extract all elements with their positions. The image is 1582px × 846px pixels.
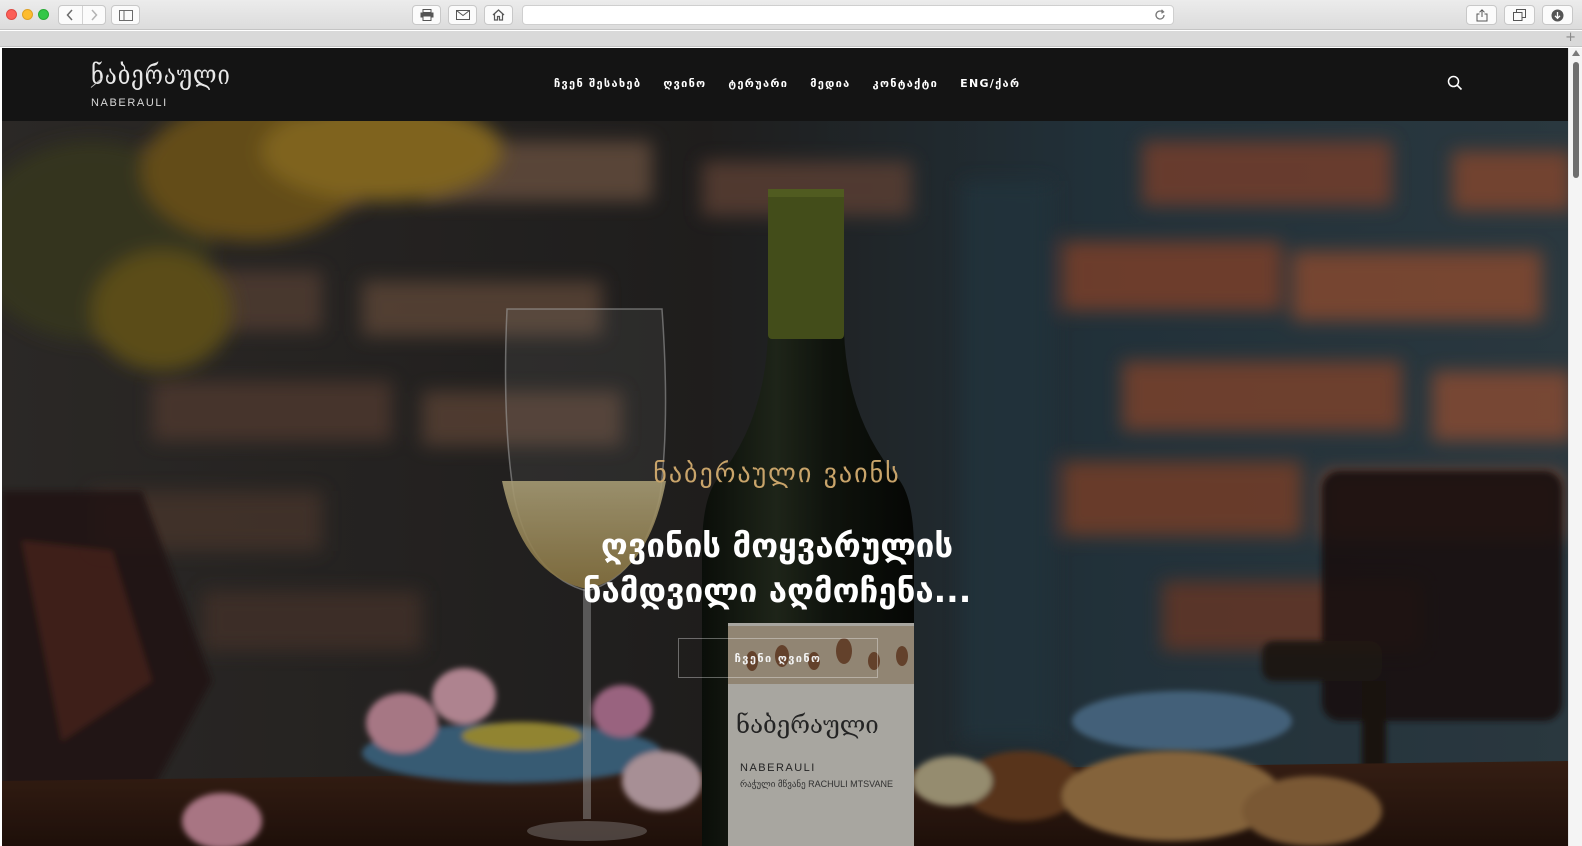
page-viewport: ნაბერაული NABERAULI ჩვენ შესახებ ღვინო ტ… bbox=[2, 48, 1568, 846]
nav-wine[interactable]: ღვინო bbox=[663, 77, 706, 90]
nav-media[interactable]: მედია bbox=[810, 77, 850, 90]
hero-title: ღვინის მოყვარულის ნამდვილი აღმოჩენა... bbox=[2, 523, 1552, 613]
print-button[interactable] bbox=[412, 5, 441, 25]
share-icon bbox=[1476, 8, 1487, 21]
site-header: ნაბერაული NABERAULI ჩვენ შესახებ ღვინო ტ… bbox=[2, 48, 1568, 121]
nav-language[interactable]: ENG/ქარ bbox=[960, 77, 1020, 90]
print-icon bbox=[420, 9, 433, 21]
logo-latin-text: NABERAULI bbox=[91, 97, 168, 109]
address-bar[interactable] bbox=[522, 5, 1174, 25]
hero-section: ნაბერაული NABERAULI რაჭული მწვანე RACHUL… bbox=[2, 121, 1568, 846]
new-tab-button[interactable]: + bbox=[1565, 30, 1576, 45]
our-wine-button[interactable]: ჩვენი ღვინო bbox=[678, 638, 878, 678]
hero-kicker: ნაბერაული ვაინს bbox=[653, 459, 901, 489]
main-nav: ჩვენ შესახებ ღვინო ტერუარი მედია კონტაქტ… bbox=[554, 77, 1020, 90]
tab-strip: + bbox=[0, 30, 1582, 47]
site-logo[interactable]: ნაბერაული NABERAULI bbox=[90, 60, 230, 110]
back-button[interactable] bbox=[59, 6, 82, 24]
scrollbar-thumb[interactable] bbox=[1573, 62, 1579, 178]
window-close-button[interactable] bbox=[6, 9, 17, 20]
nav-terroir[interactable]: ტერუარი bbox=[728, 77, 788, 90]
share-button[interactable] bbox=[1466, 5, 1497, 25]
chevron-right-icon bbox=[91, 9, 98, 21]
mail-icon bbox=[455, 10, 470, 20]
logo-georgian-text: ნაბერაული bbox=[91, 60, 231, 92]
page-scrollbar[interactable] bbox=[1568, 48, 1582, 846]
hero-title-line-2: ნამდვილი აღმოჩენა... bbox=[582, 571, 972, 610]
download-icon bbox=[1551, 9, 1564, 21]
history-nav bbox=[58, 5, 106, 25]
hero-title-line-1: ღვინის მოყვარულის bbox=[600, 526, 954, 565]
home-button[interactable] bbox=[484, 5, 513, 25]
downloads-button[interactable] bbox=[1542, 5, 1573, 25]
tabs-icon bbox=[1513, 9, 1526, 21]
sidebar-icon bbox=[118, 9, 133, 21]
nav-about[interactable]: ჩვენ შესახებ bbox=[554, 77, 641, 90]
home-icon bbox=[492, 9, 505, 21]
reload-icon[interactable] bbox=[1154, 9, 1166, 21]
mail-button[interactable] bbox=[448, 5, 477, 25]
tabs-overview-button[interactable] bbox=[1504, 5, 1535, 25]
window-zoom-button[interactable] bbox=[38, 9, 49, 20]
browser-toolbar bbox=[0, 0, 1582, 30]
nav-contact[interactable]: კონტაქტი bbox=[873, 77, 939, 90]
scroll-up-arrow-icon[interactable] bbox=[1572, 50, 1580, 56]
window-minimize-button[interactable] bbox=[22, 9, 33, 20]
forward-button[interactable] bbox=[81, 6, 106, 24]
search-icon[interactable] bbox=[1447, 75, 1463, 91]
chevron-left-icon bbox=[66, 9, 73, 21]
sidebar-button[interactable] bbox=[111, 5, 140, 25]
hero-content: ნაბერაული ვაინს ღვინის მოყვარულის ნამდვი… bbox=[2, 121, 1568, 846]
